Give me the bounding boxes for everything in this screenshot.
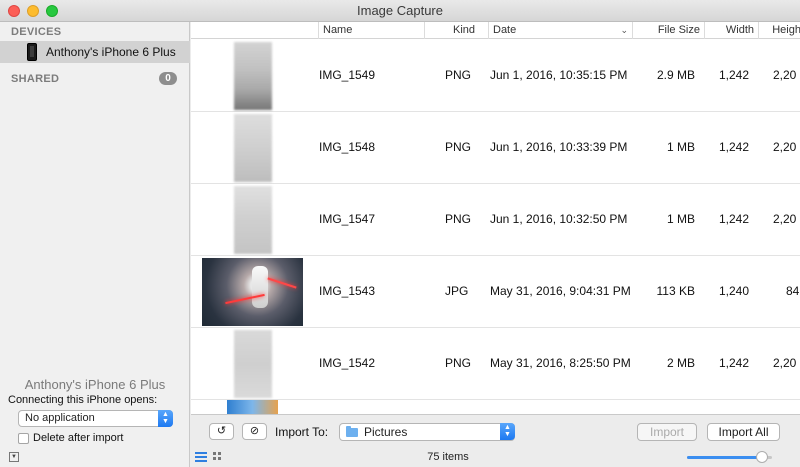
file-name: IMG_1543 [319,284,376,298]
file-date: Jun 1, 2016, 10:33:39 PM [490,140,628,154]
slider-knob[interactable] [755,451,768,463]
table-header: Name Kind Date ⌄ File Size Width Height [191,22,800,39]
table-row[interactable]: IMG_1547 PNG Jun 1, 2016, 10:32:50 PM 1 … [191,184,800,256]
table-row[interactable]: IMG_1543 JPG May 31, 2016, 9:04:31 PM 11… [191,256,800,328]
stormtrooper-figure [252,266,268,308]
file-size: 2.9 MB [656,68,695,82]
file-size: 1 MB [666,140,695,154]
rotate-icon: ↺ [216,425,227,437]
title-bar: Image Capture [0,0,800,22]
column-header-height[interactable]: Height [758,22,800,39]
lightsaber-streak [267,277,297,289]
image-thumbnail [234,330,272,398]
file-kind: PNG [445,68,472,82]
shared-header: SHARED [11,73,60,85]
delete-icon: ⊘ [249,425,260,437]
image-thumbnail [227,400,278,414]
image-height: 2,20 [773,140,797,154]
disclosure-icon[interactable]: ▼ [9,452,19,462]
file-kind: PNG [445,356,472,370]
file-size: 2 MB [666,356,695,370]
folder-icon [346,426,358,437]
import-to-label: Import To: [275,425,329,439]
image-thumbnail [234,114,272,182]
file-name: IMG_1548 [319,140,376,154]
image-list: Name Kind Date ⌄ File Size Width Height … [191,22,800,467]
file-date: May 31, 2016, 8:25:50 PM [490,356,631,370]
image-height: 2,20 [773,356,797,370]
delete-after-import-label: Delete after import [33,432,124,444]
image-height: 84 [786,284,800,298]
table-row[interactable]: IMG_1542 PNG May 31, 2016, 8:25:50 PM 2 … [191,328,800,400]
column-header-date[interactable]: Date ⌄ [488,22,632,39]
image-thumbnail [202,258,303,326]
status-bar: 75 items [191,447,800,467]
item-count: 75 items [427,451,469,463]
iphone-icon [27,43,37,61]
file-date: Jun 1, 2016, 10:35:15 PM [490,68,628,82]
thumbnail-size-slider[interactable] [687,451,772,463]
device-name: Anthony's iPhone 6 Plus [46,45,176,59]
file-name: IMG_1542 [319,356,376,370]
devices-header: DEVICES [11,26,62,38]
image-width: 1,240 [718,284,749,298]
image-height: 2,20 [773,212,797,226]
image-width: 1,242 [718,356,749,370]
sidebar: DEVICES Anthony's iPhone 6 Plus SHARED 0… [0,22,190,467]
open-app-value: No application [25,412,95,424]
file-date: Jun 1, 2016, 10:32:50 PM [490,212,628,226]
file-kind: JPG [445,284,469,298]
image-height: 2,20 [773,68,797,82]
delete-after-import-checkbox[interactable] [18,433,29,444]
connecting-label: Connecting this iPhone opens: [8,394,158,406]
column-header-date-label: Date [493,24,517,36]
file-date: May 31, 2016, 9:04:31 PM [490,284,631,298]
image-width: 1,242 [718,68,749,82]
chevron-updown-icon: ▲ ▼ [158,410,173,427]
sidebar-item-device[interactable]: Anthony's iPhone 6 Plus [0,41,190,63]
sort-chevron-icon: ⌄ [620,25,628,35]
shared-count-badge: 0 [159,72,177,85]
image-width: 1,242 [718,140,749,154]
rotate-left-button[interactable]: ↺ [209,423,234,440]
chevron-updown-icon: ▲ ▼ [500,423,515,440]
file-name: IMG_1547 [319,212,376,226]
file-kind: PNG [445,140,472,154]
delete-button[interactable]: ⊘ [242,423,267,440]
image-width: 1,242 [718,212,749,226]
column-header-name[interactable]: Name [318,22,424,39]
table-row[interactable]: IMG_1548 PNG Jun 1, 2016, 10:33:39 PM 1 … [191,112,800,184]
slider-fill [687,456,762,459]
table-row[interactable]: IMG_1549 PNG Jun 1, 2016, 10:35:15 PM 2.… [191,40,800,112]
file-name: IMG_1549 [319,68,376,82]
file-kind: PNG [445,212,472,226]
import-destination-select[interactable]: Pictures ▲ ▼ [339,423,515,441]
open-app-select[interactable]: No application ▲ ▼ [18,410,173,427]
device-footer-name: Anthony's iPhone 6 Plus [24,377,166,392]
image-thumbnail [234,42,272,110]
file-size: 1 MB [666,212,695,226]
import-destination-value: Pictures [364,425,408,439]
import-toolbar: ↺ ⊘ Import To: Pictures ▲ ▼ Import Import… [191,414,800,447]
import-all-button[interactable]: Import All [707,423,780,441]
column-header-width[interactable]: Width [704,22,758,39]
file-size: 113 KB [656,284,695,298]
column-header-kind[interactable]: Kind [424,22,488,39]
column-header-size[interactable]: File Size [632,22,704,39]
window-title: Image Capture [357,3,443,18]
image-thumbnail [234,186,272,254]
import-button[interactable]: Import [637,423,697,441]
